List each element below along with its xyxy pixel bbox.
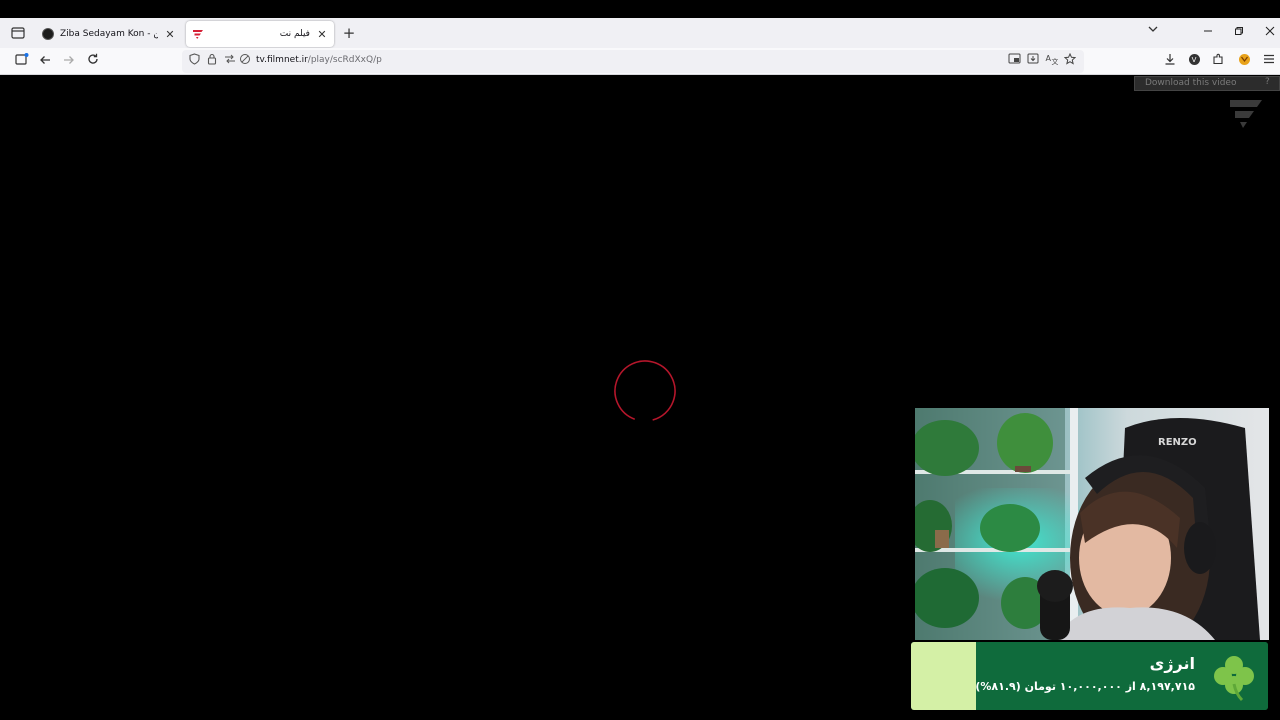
download-video-label[interactable]: Download this video [1145, 78, 1236, 88]
bookmark-star-icon[interactable] [1062, 52, 1078, 69]
hamburger-menu-icon[interactable] [1261, 53, 1277, 69]
sidebar-toggle-icon[interactable] [12, 52, 32, 70]
top-black-strip [0, 0, 1280, 18]
tab-title: فیلم نت [279, 29, 310, 39]
tracking-protection-shield-icon[interactable] [186, 53, 202, 69]
address-bar[interactable]: tv.filmnet.ir/play/scRdXxQ/p A文 [182, 50, 1084, 73]
youtube-favicon-icon [42, 28, 54, 40]
url-path: /play/scRdXxQ/p [307, 55, 382, 65]
permissions-icon[interactable] [222, 53, 238, 69]
goal-amount-text: ۸,۱۹۷,۷۱۵ از ۱۰,۰۰۰,۰۰۰ تومان (۸۱.۹%) [975, 680, 1195, 693]
webcam-overlay: RENZO [915, 408, 1269, 640]
svg-text:文: 文 [1051, 57, 1058, 65]
restore-icon[interactable] [1229, 24, 1249, 42]
picture-in-picture-icon[interactable] [1006, 53, 1022, 69]
extensions-puzzle-icon[interactable] [1210, 53, 1226, 69]
tab-close-icon[interactable]: ✕ [164, 28, 176, 41]
filmnet-favicon-icon [192, 28, 204, 40]
loading-spinner-icon [614, 360, 676, 422]
clover-icon [1214, 656, 1254, 702]
back-arrow-icon[interactable] [35, 52, 55, 70]
close-window-icon[interactable] [1260, 24, 1280, 42]
vpn-extension-icon[interactable]: V [1186, 53, 1202, 69]
goal-progress-fill [911, 642, 976, 710]
download-help-icon[interactable]: ? [1265, 77, 1270, 87]
minimize-icon[interactable] [1198, 24, 1218, 42]
new-tab-button[interactable]: + [341, 24, 357, 42]
filmnet-watermark-icon [1230, 100, 1262, 128]
screen: Ziba Sedayam Kon - صدایم کن ✕ فیلم نت ✕ … [0, 0, 1280, 720]
tab-ziba-sedayam-kon[interactable]: Ziba Sedayam Kon - صدایم کن ✕ [36, 21, 182, 47]
streamer-webcam-image: RENZO [915, 408, 1269, 640]
goal-title: انرژی [1149, 654, 1195, 673]
svg-text:V: V [1191, 56, 1196, 64]
save-to-pocket-icon[interactable] [1025, 53, 1041, 69]
navigation-toolbar: tv.filmnet.ir/play/scRdXxQ/p A文 V [0, 48, 1280, 75]
firefox-view-icon[interactable] [10, 25, 26, 41]
url-host: tv.filmnet.ir [256, 55, 308, 65]
downloads-icon[interactable] [1162, 53, 1178, 69]
tab-bar: Ziba Sedayam Kon - صدایم کن ✕ فیلم نت ✕ … [0, 18, 1280, 48]
lock-icon[interactable] [204, 53, 220, 69]
forward-arrow-icon[interactable] [59, 52, 79, 70]
autoplay-blocked-icon[interactable] [237, 53, 253, 69]
stream-goal-widget: انرژی ۸,۱۹۷,۷۱۵ از ۱۰,۰۰۰,۰۰۰ تومان (۸۱.… [911, 642, 1268, 710]
chair-brand-text: RENZO [1158, 437, 1197, 448]
extension-fox-icon[interactable] [1236, 53, 1252, 69]
tab-filmnet[interactable]: فیلم نت ✕ [186, 21, 334, 47]
tab-close-icon[interactable]: ✕ [316, 28, 328, 41]
list-all-tabs-icon[interactable] [1146, 25, 1160, 36]
translate-icon[interactable]: A文 [1043, 53, 1059, 69]
download-video-bar[interactable]: Download this video ? [1134, 76, 1280, 91]
tab-title: Ziba Sedayam Kon - صدایم کن [60, 29, 158, 39]
reload-icon[interactable] [83, 52, 103, 70]
url-text[interactable]: tv.filmnet.ir/play/scRdXxQ/p [256, 55, 382, 65]
